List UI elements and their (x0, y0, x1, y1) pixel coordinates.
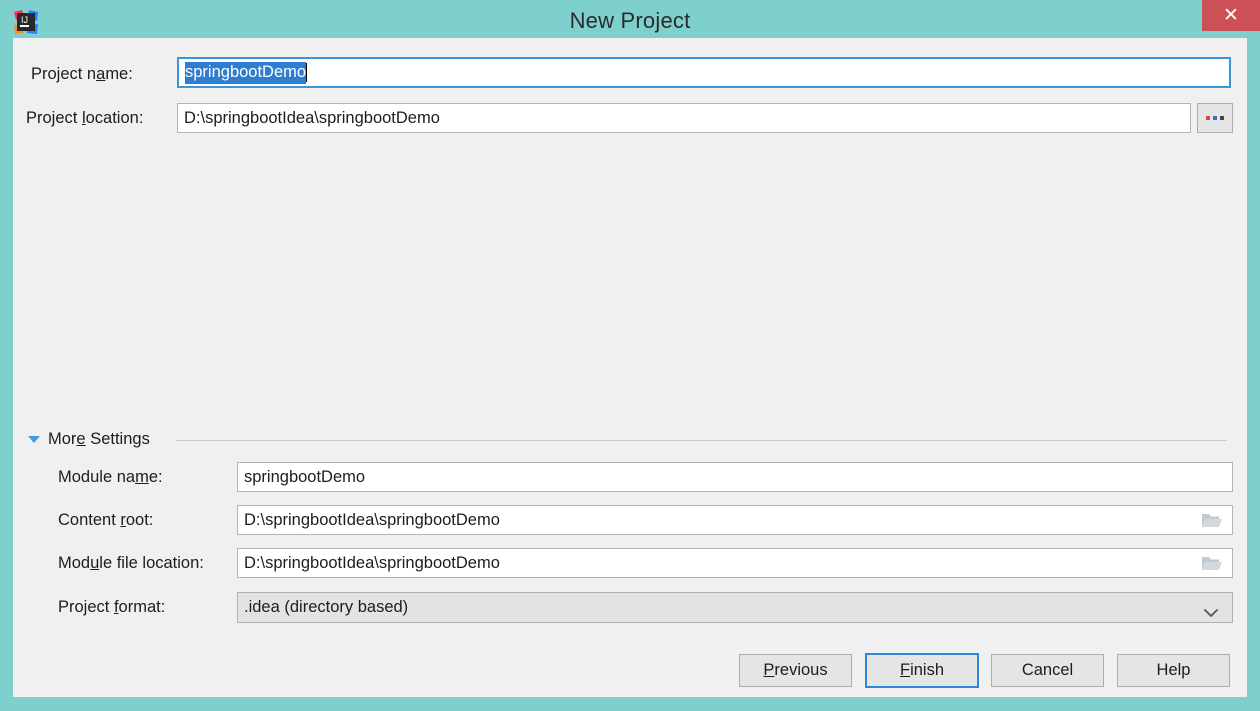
module-name-label: Module name: (58, 468, 163, 486)
project-location-value: D:\springbootIdea\springbootDemo (184, 108, 440, 127)
ellipsis-icon (1206, 116, 1224, 120)
content-root-input[interactable]: D:\springbootIdea\springbootDemo (237, 505, 1233, 535)
content-root-label: Content root: (58, 511, 154, 529)
chevron-down-icon (1204, 603, 1218, 617)
text-caret (306, 63, 308, 82)
content-root-folder-icon[interactable] (1201, 511, 1223, 529)
module-file-location-label: Module file location: (58, 554, 204, 572)
help-button[interactable]: Help (1117, 654, 1230, 687)
page-title: New Project (569, 8, 691, 33)
module-file-location-value: D:\springbootIdea\springbootDemo (244, 553, 500, 572)
cancel-button[interactable]: Cancel (991, 654, 1104, 687)
more-settings-label: More Settings (48, 430, 150, 448)
project-format-value: .idea (directory based) (244, 598, 409, 616)
finish-button[interactable]: Finish (865, 653, 979, 688)
module-name-value: springbootDemo (244, 467, 366, 486)
module-file-location-input[interactable]: D:\springbootIdea\springbootDemo (237, 548, 1233, 578)
triangle-down-icon (28, 436, 40, 443)
module-name-input[interactable]: springbootDemo (237, 462, 1233, 492)
previous-button[interactable]: Previous (739, 654, 852, 687)
more-settings-separator (176, 440, 1227, 441)
close-button[interactable]: ✕ (1202, 0, 1260, 31)
project-location-browse-button[interactable] (1197, 103, 1233, 133)
project-name-value: springbootDemo (185, 61, 307, 84)
project-name-input[interactable]: springbootDemo (177, 57, 1231, 88)
more-settings-toggle[interactable]: More Settings (28, 430, 150, 449)
close-icon: ✕ (1223, 5, 1239, 26)
project-name-label: Project name: (31, 65, 133, 83)
content-root-value: D:\springbootIdea\springbootDemo (244, 510, 500, 529)
dialog-content-panel: Project name: springbootDemo Project loc… (13, 38, 1247, 697)
project-format-select[interactable]: .idea (directory based) (237, 592, 1233, 623)
module-file-location-folder-icon[interactable] (1201, 554, 1223, 572)
project-location-input[interactable]: D:\springbootIdea\springbootDemo (177, 103, 1191, 133)
project-location-label: Project location: (26, 109, 144, 127)
new-project-dialog-window: IJ New Project ✕ Project name: springboo… (0, 0, 1260, 711)
project-format-label: Project format: (58, 598, 166, 616)
